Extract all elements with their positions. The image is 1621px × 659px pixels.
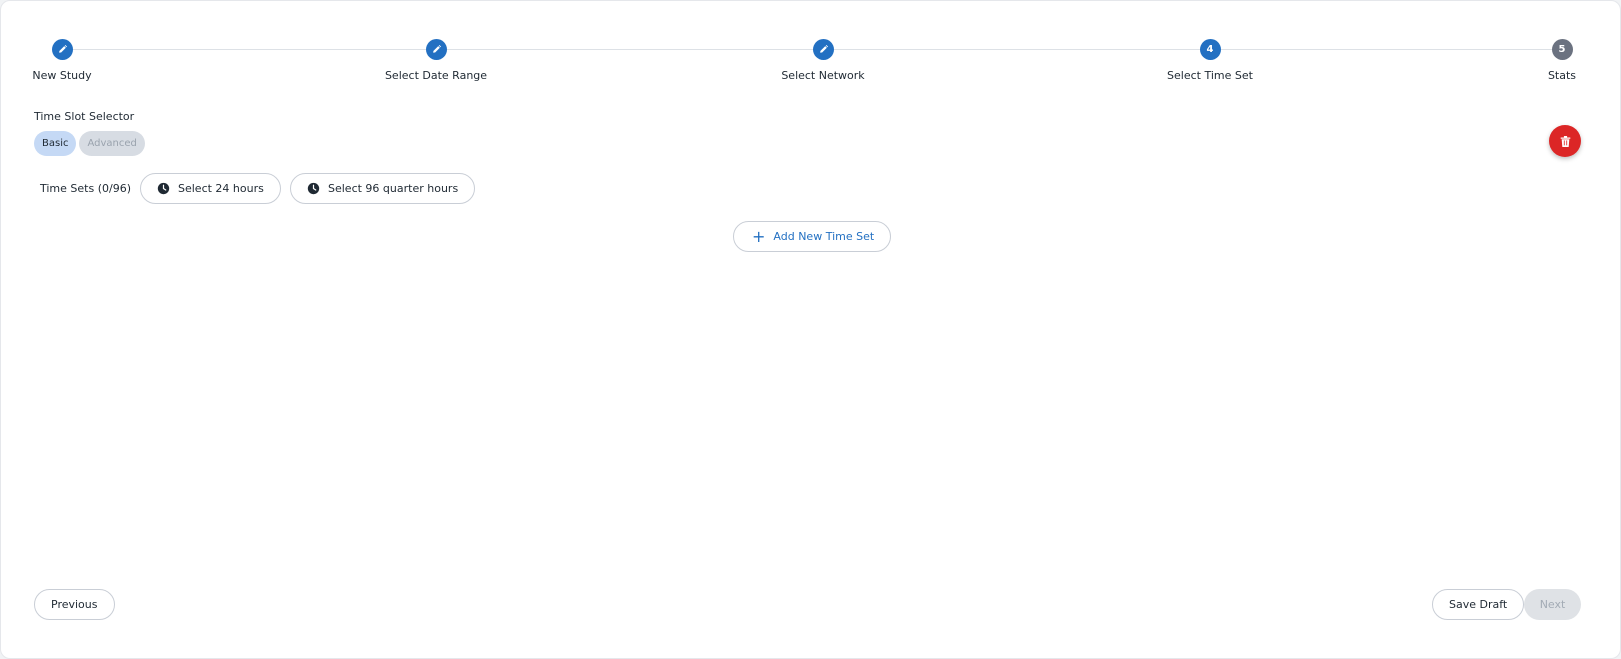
step-connector [447,49,813,50]
mode-advanced-button[interactable]: Advanced [79,131,145,156]
step-label: Stats [1547,69,1577,82]
stepper: New Study Select Date Range Select Netwo… [1,1,1621,101]
select-96-quarter-hours-button[interactable]: Select 96 quarter hours [290,173,476,204]
step-select-time-set[interactable]: 4 Select Time Set [1150,39,1270,82]
clock-icon [157,182,170,195]
step-select-network[interactable]: Select Network [773,39,873,82]
step-label: Select Network [781,69,865,82]
step-label: Select Time Set [1167,69,1253,82]
button-label: Select 24 hours [178,182,264,195]
button-label: Select 96 quarter hours [328,182,459,195]
trash-icon [1560,135,1570,147]
pencil-icon [51,39,73,60]
step-number: 4 [1199,39,1221,60]
mode-toggle: Basic Advanced [34,131,145,156]
mode-basic-button[interactable]: Basic [34,131,77,156]
select-24-hours-button[interactable]: Select 24 hours [140,173,281,204]
plus-icon: + [752,226,766,246]
add-new-time-set-button[interactable]: + Add New Time Set [733,221,892,252]
delete-button[interactable] [1549,125,1581,157]
step-connector [834,49,1200,50]
section-title: Time Slot Selector [34,110,135,123]
step-number: 5 [1551,39,1573,60]
wizard-card: New Study Select Date Range Select Netwo… [0,0,1621,659]
clock-icon [307,182,320,195]
save-draft-button[interactable]: Save Draft [1432,589,1525,620]
pencil-icon [425,39,447,60]
next-button[interactable]: Next [1524,589,1581,620]
step-select-date-range[interactable]: Select Date Range [376,39,496,82]
step-new-study[interactable]: New Study [22,39,102,82]
previous-button[interactable]: Previous [34,589,115,620]
time-sets-count: Time Sets (0/96) [40,182,131,195]
step-connector [71,49,426,50]
step-stats[interactable]: 5 Stats [1532,39,1592,82]
pencil-icon [812,39,834,60]
step-connector [1221,49,1552,50]
step-label: Select Date Range [384,69,488,82]
step-label: New Study [32,69,92,82]
button-label: Add New Time Set [773,230,875,243]
